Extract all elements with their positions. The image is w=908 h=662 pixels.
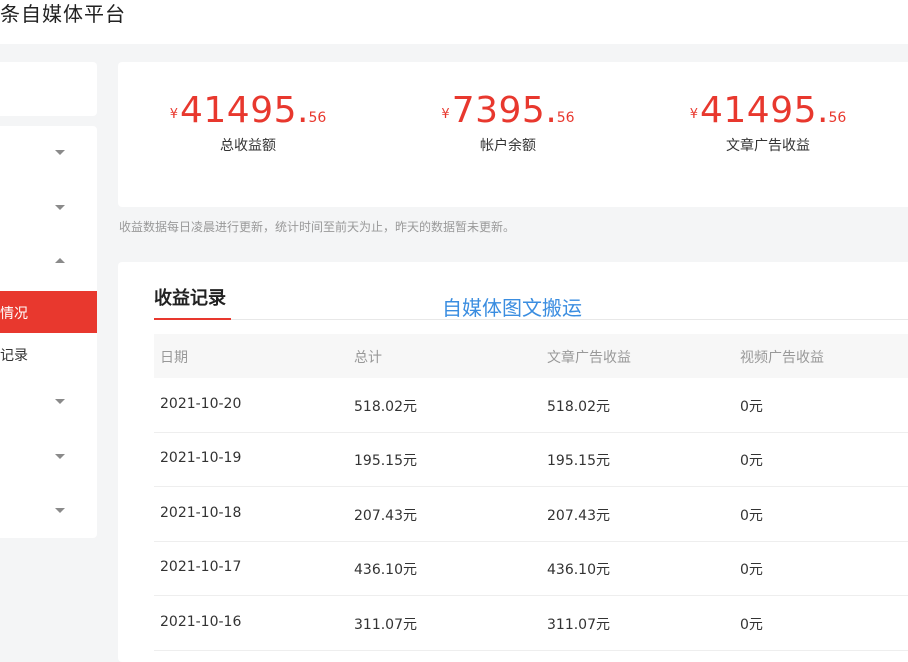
cell-date: 2021-10-16 — [160, 614, 242, 630]
stat-label: 总收益额 — [220, 138, 276, 154]
sidebar-header-box — [0, 62, 97, 116]
cell-total: 195.15元 — [354, 453, 417, 469]
stat-article-ad-income: ¥41495.56 文章广告收益 — [648, 90, 888, 155]
table-row: 2021-10-18 207.43元 207.43元 0元 — [154, 487, 908, 542]
app-title: 条自媒体平台 — [0, 2, 126, 26]
cell-video-ad: 0元 — [740, 399, 763, 415]
cell-total: 518.02元 — [354, 399, 417, 415]
sidebar-item-label: 记录 — [0, 348, 28, 364]
cell-article-ad: 436.10元 — [547, 562, 610, 578]
cell-video-ad: 0元 — [740, 617, 763, 633]
stats-card: ¥41495.56 总收益额 ¥7395.56 帐户余额 ¥41495.56 文… — [118, 62, 908, 207]
cell-video-ad: 0元 — [740, 508, 763, 524]
table-header: 日期 总计 文章广告收益 视频广告收益 — [154, 334, 908, 378]
chevron-up-icon — [55, 258, 65, 263]
amount-integer: 41495 — [699, 90, 818, 131]
cell-video-ad: 0元 — [740, 562, 763, 578]
cell-article-ad: 311.07元 — [547, 617, 610, 633]
sidebar-group-5[interactable] — [0, 436, 97, 478]
stat-label: 帐户余额 — [480, 138, 536, 154]
records-card: 收益记录 自媒体图文搬运 日期 总计 文章广告收益 视频广告收益 2021-10… — [118, 262, 908, 662]
amount-decimal: 56 — [308, 110, 327, 126]
stat-amount: ¥7395.56 — [441, 90, 575, 131]
top-bar: 条自媒体平台 — [0, 0, 908, 44]
amount-integer: 41495 — [179, 90, 298, 131]
cell-date: 2021-10-17 — [160, 559, 242, 575]
chevron-down-icon — [55, 150, 65, 155]
amount-integer: 7395 — [451, 90, 546, 131]
sidebar-header-fragment — [0, 80, 8, 94]
table-row: 2021-10-17 436.10元 436.10元 0元 — [154, 541, 908, 596]
tab-income-records[interactable]: 收益记录 — [154, 284, 226, 310]
column-header-video-ad: 视频广告收益 — [740, 350, 824, 366]
stat-label: 文章广告收益 — [726, 138, 810, 154]
table-row: 2021-10-19 195.15元 195.15元 0元 — [154, 432, 908, 487]
table-row: 2021-10-20 518.02元 518.02元 0元 — [154, 378, 908, 433]
active-tab-underline — [154, 318, 231, 320]
cell-video-ad: 0元 — [740, 453, 763, 469]
cell-date: 2021-10-19 — [160, 450, 242, 466]
stat-total-income: ¥41495.56 总收益额 — [128, 90, 368, 155]
cell-total: 207.43元 — [354, 508, 417, 524]
table-row: 2021-10-16 311.07元 311.07元 0元 — [154, 596, 908, 651]
column-header-date: 日期 — [160, 350, 188, 366]
stat-amount: ¥41495.56 — [689, 90, 847, 131]
update-note: 收益数据每日凌晨进行更新，统计时间至前天为止，昨天的数据暂未更新。 — [119, 220, 516, 234]
chevron-down-icon — [55, 399, 65, 404]
sidebar-group-4[interactable] — [0, 381, 97, 423]
currency-symbol: ¥ — [169, 107, 178, 122]
stat-account-balance: ¥7395.56 帐户余额 — [388, 90, 628, 155]
sidebar-item-label: 情况 — [0, 306, 28, 322]
column-header-total: 总计 — [354, 350, 382, 366]
sidebar-group-6[interactable] — [0, 490, 97, 532]
stat-amount: ¥41495.56 — [169, 90, 327, 131]
sidebar-item-records[interactable]: 记录 — [0, 333, 97, 375]
sidebar-menu: 情况 记录 — [0, 126, 97, 538]
cell-article-ad: 195.15元 — [547, 453, 610, 469]
overlay-text: 自媒体图文搬运 — [442, 296, 582, 320]
cell-date: 2021-10-18 — [160, 505, 242, 521]
amount-decimal: 56 — [828, 110, 847, 126]
cell-total: 311.07元 — [354, 617, 417, 633]
currency-symbol: ¥ — [689, 107, 698, 122]
chevron-down-icon — [55, 454, 65, 459]
cell-article-ad: 518.02元 — [547, 399, 610, 415]
chevron-down-icon — [55, 508, 65, 513]
sidebar-group-1[interactable] — [0, 132, 97, 174]
cell-article-ad: 207.43元 — [547, 508, 610, 524]
sidebar-item-active[interactable]: 情况 — [0, 291, 97, 333]
sidebar-group-3[interactable] — [0, 242, 97, 284]
chevron-down-icon — [55, 205, 65, 210]
currency-symbol: ¥ — [441, 107, 450, 122]
amount-decimal: 56 — [556, 110, 575, 126]
column-header-article-ad: 文章广告收益 — [547, 350, 631, 366]
cell-total: 436.10元 — [354, 562, 417, 578]
cell-date: 2021-10-20 — [160, 396, 242, 412]
sidebar-group-2[interactable] — [0, 187, 97, 229]
